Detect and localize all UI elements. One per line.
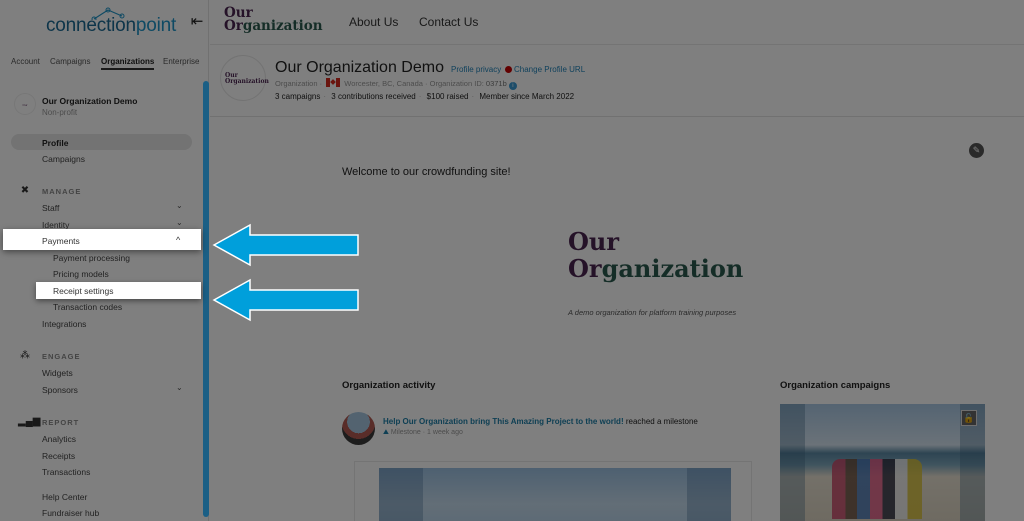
section-engage: ENGAGE bbox=[42, 352, 81, 361]
activity-text: Help Our Organization bring This Amazing… bbox=[383, 417, 698, 426]
tab-enterprise[interactable]: Enterprise bbox=[163, 57, 199, 66]
org-type: Non-profit bbox=[42, 108, 78, 117]
org-tagline: A demo organization for platform trainin… bbox=[568, 308, 737, 317]
sidebar-item-profile-bg bbox=[11, 134, 192, 150]
location: Worcester, BC, Canada bbox=[344, 79, 423, 88]
logo-text-point: point bbox=[135, 15, 177, 36]
collapse-left-icon[interactable]: ⇤ bbox=[188, 13, 206, 31]
sidebar-item-fundraiser-hub[interactable]: Fundraiser hub bbox=[42, 508, 99, 518]
nav-about-us[interactable]: About Us bbox=[349, 15, 398, 29]
profile-stats: 3 campaigns · 3 contributions received · $… bbox=[275, 92, 575, 101]
sidebar-item-transactions[interactable]: Transactions bbox=[42, 467, 90, 477]
site-logo[interactable]: Our Organization bbox=[224, 6, 323, 34]
activity-avatar[interactable] bbox=[342, 412, 375, 445]
section-report: REPORT bbox=[42, 418, 80, 427]
sidebar-item-profile[interactable]: Profile bbox=[42, 138, 68, 148]
stat-contributions: 3 contributions received bbox=[331, 92, 416, 101]
sidebar-item-widgets[interactable]: Widgets bbox=[42, 368, 73, 378]
site-logo-line2a: Or bbox=[224, 18, 243, 34]
org-avatar-large: Our Organization bbox=[220, 55, 269, 101]
sidebar-item-help-center[interactable]: Help Center bbox=[42, 492, 87, 502]
stat-raised: $100 raised bbox=[426, 92, 469, 101]
org-selector[interactable]: Our Organization Our Organization Demo N… bbox=[14, 93, 194, 125]
banner-logo-line2b: ganization bbox=[601, 254, 744, 283]
nav-contact-us[interactable]: Contact Us bbox=[419, 15, 478, 29]
org-id: 0371b bbox=[485, 79, 507, 88]
sidebar-item-sponsors[interactable]: Sponsors bbox=[42, 385, 78, 395]
tab-organizations[interactable]: Organizations bbox=[101, 57, 155, 70]
activity-image bbox=[379, 468, 731, 521]
profile-privacy-link[interactable]: Profile privacy bbox=[451, 65, 501, 74]
banner-logo-line2a: Or bbox=[568, 254, 602, 283]
campaigns-title: Organization campaigns bbox=[780, 380, 891, 391]
org-id-label: Organization ID: bbox=[429, 79, 484, 88]
activity-type: Milestone bbox=[390, 429, 421, 436]
sidebar-item-transaction-codes[interactable]: Transaction codes bbox=[53, 302, 122, 312]
chevron-down-icon[interactable]: ⌄ bbox=[176, 383, 183, 392]
sidebar-item-pricing-models[interactable]: Pricing models bbox=[53, 269, 109, 279]
sidebar-item-payments-label: Payments bbox=[42, 236, 80, 246]
account-tabs: Account Campaigns Organizations Enterpri… bbox=[0, 55, 209, 75]
site-logo-line2b: ganization bbox=[242, 18, 323, 34]
banner-logo-line1: Our bbox=[568, 227, 619, 256]
stat-campaigns: 3 campaigns bbox=[275, 92, 321, 101]
report-chart-icon: ▂▄▆ bbox=[18, 416, 41, 427]
activity-suffix: reached a milestone bbox=[623, 417, 698, 426]
canada-flag-icon bbox=[326, 78, 341, 87]
activity-card[interactable] bbox=[354, 461, 752, 521]
change-profile-url-label: Change Profile URL bbox=[514, 65, 586, 74]
profile-meta: Organization · Worcester, BC, Canada · O… bbox=[275, 78, 517, 90]
sidebar-item-campaigns[interactable]: Campaigns bbox=[42, 154, 85, 164]
campaign-card[interactable]: 🔓 bbox=[780, 404, 985, 521]
status-dot-icon bbox=[505, 66, 512, 73]
sidebar-item-integrations[interactable]: Integrations bbox=[42, 319, 86, 329]
activity-title: Organization activity bbox=[342, 380, 436, 391]
tools-icon: ✖ bbox=[20, 185, 30, 196]
sidebar-item-receipt-settings[interactable]: Receipt settings bbox=[36, 282, 201, 299]
chevron-down-icon[interactable]: ⌄ bbox=[176, 201, 183, 210]
sidebar-item-staff[interactable]: Staff bbox=[42, 203, 59, 213]
sidebar-item-receipt-settings-label: Receipt settings bbox=[53, 286, 114, 296]
engage-network-icon: ⁂ bbox=[20, 350, 30, 361]
org-banner-logo: Our Organization bbox=[568, 228, 743, 282]
profile-header: Our Organization Our Organization Demo Pr… bbox=[210, 45, 1024, 117]
callout-arrow-payments bbox=[212, 223, 359, 267]
logo-text-connection: connection bbox=[46, 15, 136, 36]
page-title: Our Organization Demo bbox=[275, 59, 444, 76]
activity-time: 1 week ago bbox=[427, 429, 463, 436]
unlock-icon[interactable]: 🔓 bbox=[961, 410, 977, 426]
campaign-image-people bbox=[832, 459, 922, 519]
section-manage: MANAGE bbox=[42, 187, 82, 196]
activity-campaign-link[interactable]: Help Our Organization bring This Amazing… bbox=[383, 417, 624, 426]
activity-meta: ⛰ Milestone · 1 week ago bbox=[383, 429, 463, 436]
org-name: Our Organization Demo bbox=[42, 96, 138, 106]
milestone-icon: ⛰ bbox=[383, 429, 389, 436]
info-icon[interactable]: i bbox=[508, 82, 517, 90]
edit-pencil-icon[interactable]: ✎ bbox=[969, 143, 984, 158]
site-header: Our Organization About Us Contact Us bbox=[210, 0, 1024, 45]
change-profile-url-link[interactable]: Change Profile URL bbox=[505, 65, 585, 74]
avatar-text-2b: ganization bbox=[233, 78, 269, 85]
stat-member-since: Member since March 2022 bbox=[479, 92, 575, 101]
connectionpoint-logo[interactable]: connectionpoint bbox=[46, 6, 176, 40]
chevron-down-icon[interactable]: ⌄ bbox=[176, 218, 183, 227]
sidebar-item-receipts[interactable]: Receipts bbox=[42, 451, 75, 461]
tab-account[interactable]: Account bbox=[11, 57, 40, 66]
org-avatar: Our Organization bbox=[14, 93, 36, 115]
tab-campaigns[interactable]: Campaigns bbox=[50, 57, 90, 66]
chevron-up-icon[interactable]: ^ bbox=[176, 235, 180, 245]
sidebar-scrollbar[interactable] bbox=[203, 81, 209, 517]
sidebar-item-payments[interactable]: Payments ^ bbox=[3, 229, 201, 250]
sidebar-item-payment-processing[interactable]: Payment processing bbox=[53, 253, 130, 263]
callout-arrow-receipt-settings bbox=[212, 278, 359, 322]
org-type-label: Organization bbox=[275, 79, 318, 88]
sidebar-item-analytics[interactable]: Analytics bbox=[42, 434, 76, 444]
welcome-heading: Welcome to our crowdfunding site! bbox=[342, 166, 511, 178]
sidebar: connectionpoint ⇤ Account Campaigns Orga… bbox=[0, 0, 209, 521]
